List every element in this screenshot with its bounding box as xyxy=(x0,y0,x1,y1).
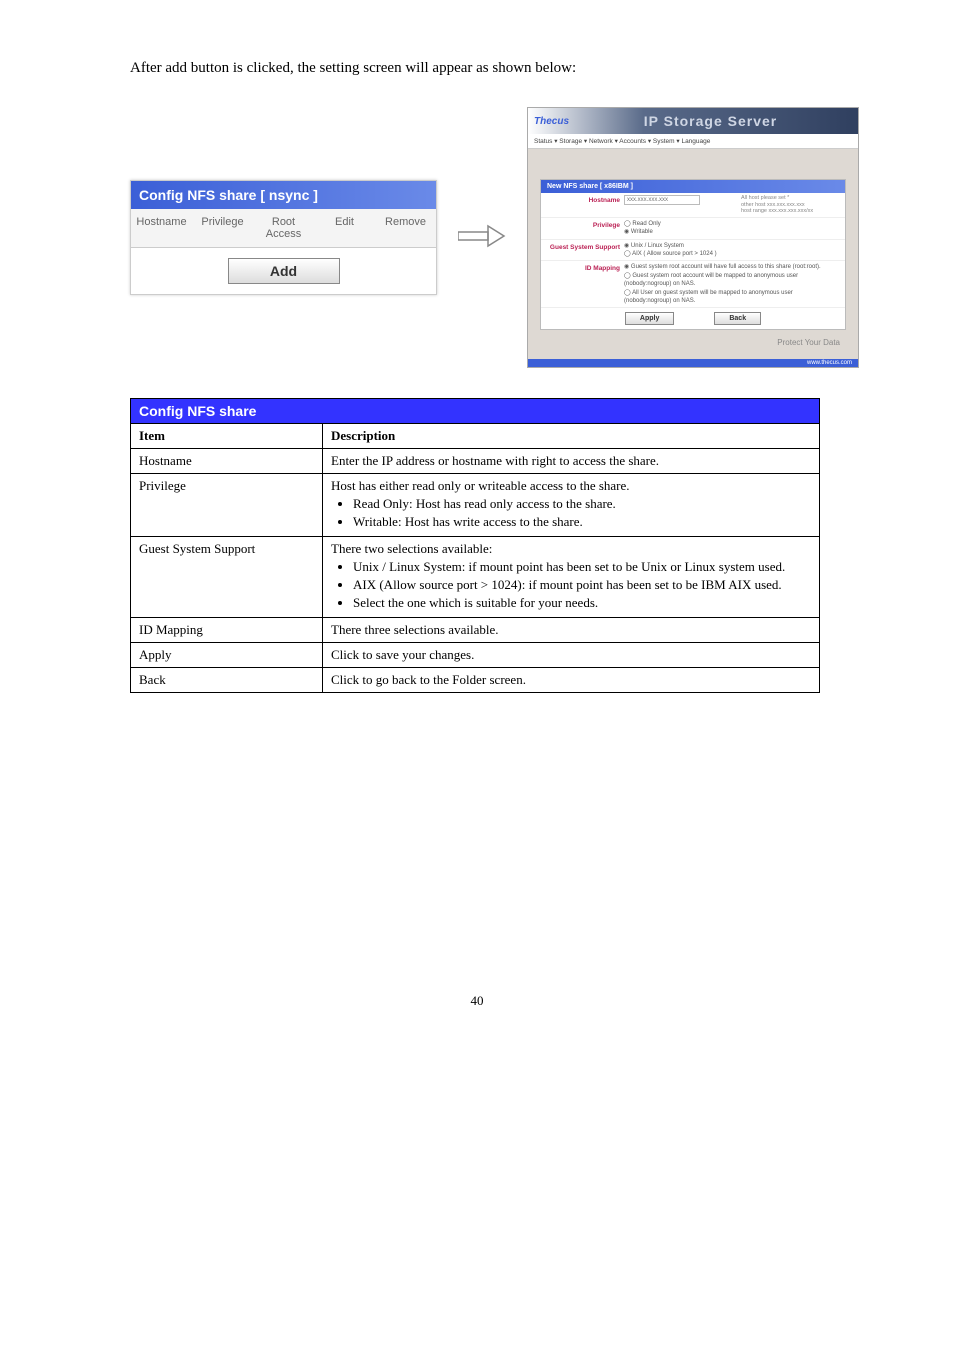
intro-text: After add button is clicked, the setting… xyxy=(130,60,884,77)
table-row: ID Mapping There three selections availa… xyxy=(131,618,820,643)
guest-unix[interactable]: Unix / Linux System xyxy=(631,243,684,249)
desc-guest-b2: AIX (Allow source port > 1024): if mount… xyxy=(353,577,811,593)
footer-brand: Protect Your Data xyxy=(540,330,846,347)
desc-back: Click to go back to the Folder screen. xyxy=(323,668,820,693)
desc-apply: Click to save your changes. xyxy=(323,643,820,668)
desc-idmap: There three selections available. xyxy=(323,618,820,643)
table-row: Back Click to go back to the Folder scre… xyxy=(131,668,820,693)
table-title: Config NFS share xyxy=(131,399,820,424)
config-nfs-panel: Config NFS share [ nsync ] Hostname Priv… xyxy=(130,180,437,295)
desc-priv-b2: Writable: Host has write access to the s… xyxy=(353,514,811,530)
add-button[interactable]: Add xyxy=(228,258,340,284)
desc-hostname: Enter the IP address or hostname with ri… xyxy=(323,449,820,474)
hostname-hint: host range xxx.xxx.xxx.xxx/xx xyxy=(741,208,841,215)
idmap-opt1[interactable]: Guest system root account will have full… xyxy=(631,264,821,270)
footer-url: www.thecus.com xyxy=(528,359,858,367)
new-nfs-panel: Thecus IP Storage Server Status ▾ Storag… xyxy=(527,107,859,368)
hostname-hint: other host xxx.xxx.xxx.xxx xyxy=(741,202,841,209)
item-privilege: Privilege xyxy=(131,474,323,537)
item-idmap: ID Mapping xyxy=(131,618,323,643)
col-desc: Description xyxy=(331,428,395,443)
banner-title: IP Storage Server xyxy=(569,113,852,129)
col-remove: Remove xyxy=(375,209,436,247)
privilege-read[interactable]: Read Only xyxy=(632,221,660,227)
top-menu[interactable]: Status ▾ Storage ▾ Network ▾ Accounts ▾ … xyxy=(528,134,858,149)
item-hostname: Hostname xyxy=(131,449,323,474)
config-nfs-title: Config NFS share [ nsync ] xyxy=(131,181,436,209)
desc-guest-b1: Unix / Linux System: if mount point has … xyxy=(353,559,811,575)
desc-priv-b1: Read Only: Host has read only access to … xyxy=(353,496,811,512)
table-row: Hostname Enter the IP address or hostnam… xyxy=(131,449,820,474)
col-edit: Edit xyxy=(314,209,375,247)
desc-guest-b3: Select the one which is suitable for you… xyxy=(353,595,811,611)
col-hostname: Hostname xyxy=(131,209,192,247)
privilege-write[interactable]: Writable xyxy=(631,229,653,235)
config-nfs-columns: Hostname Privilege Root Access Edit Remo… xyxy=(131,209,436,248)
col-item: Item xyxy=(139,428,165,443)
item-apply: Apply xyxy=(131,643,323,668)
item-guest: Guest System Support xyxy=(131,537,323,618)
arrow-icon xyxy=(457,222,507,254)
idmap-label: ID Mapping xyxy=(545,263,620,272)
brand-logo: Thecus xyxy=(534,116,569,127)
idmap-opt2[interactable]: Guest system root account will be mapped… xyxy=(624,273,798,287)
col-privilege: Privilege xyxy=(192,209,253,247)
hostname-input[interactable] xyxy=(624,195,700,205)
desc-guest-lead: There two selections available: xyxy=(331,541,811,557)
table-row: Privilege Host has either read only or w… xyxy=(131,474,820,537)
figure-row: Config NFS share [ nsync ] Hostname Priv… xyxy=(130,107,884,368)
privilege-label: Privilege xyxy=(545,220,620,229)
spec-table: Config NFS share Item Description Hostna… xyxy=(130,398,820,693)
guest-label: Guest System Support xyxy=(545,242,620,251)
idmap-opt3[interactable]: All User on guest system will be mapped … xyxy=(624,290,793,304)
hostname-label: Hostname xyxy=(545,195,620,204)
hostname-hint: All host please set * xyxy=(741,195,841,202)
table-row: Guest System Support There two selection… xyxy=(131,537,820,618)
guest-aix[interactable]: AIX ( Allow source port > 1024 ) xyxy=(632,251,717,257)
back-button[interactable]: Back xyxy=(714,312,761,325)
page-number: 40 xyxy=(70,993,884,1009)
table-row: Apply Click to save your changes. xyxy=(131,643,820,668)
col-root-access: Root Access xyxy=(253,209,314,247)
apply-button[interactable]: Apply xyxy=(625,312,674,325)
form-title: New NFS share [ x86IBM ] xyxy=(541,180,845,193)
desc-privilege-lead: Host has either read only or writeable a… xyxy=(331,478,811,494)
item-back: Back xyxy=(131,668,323,693)
